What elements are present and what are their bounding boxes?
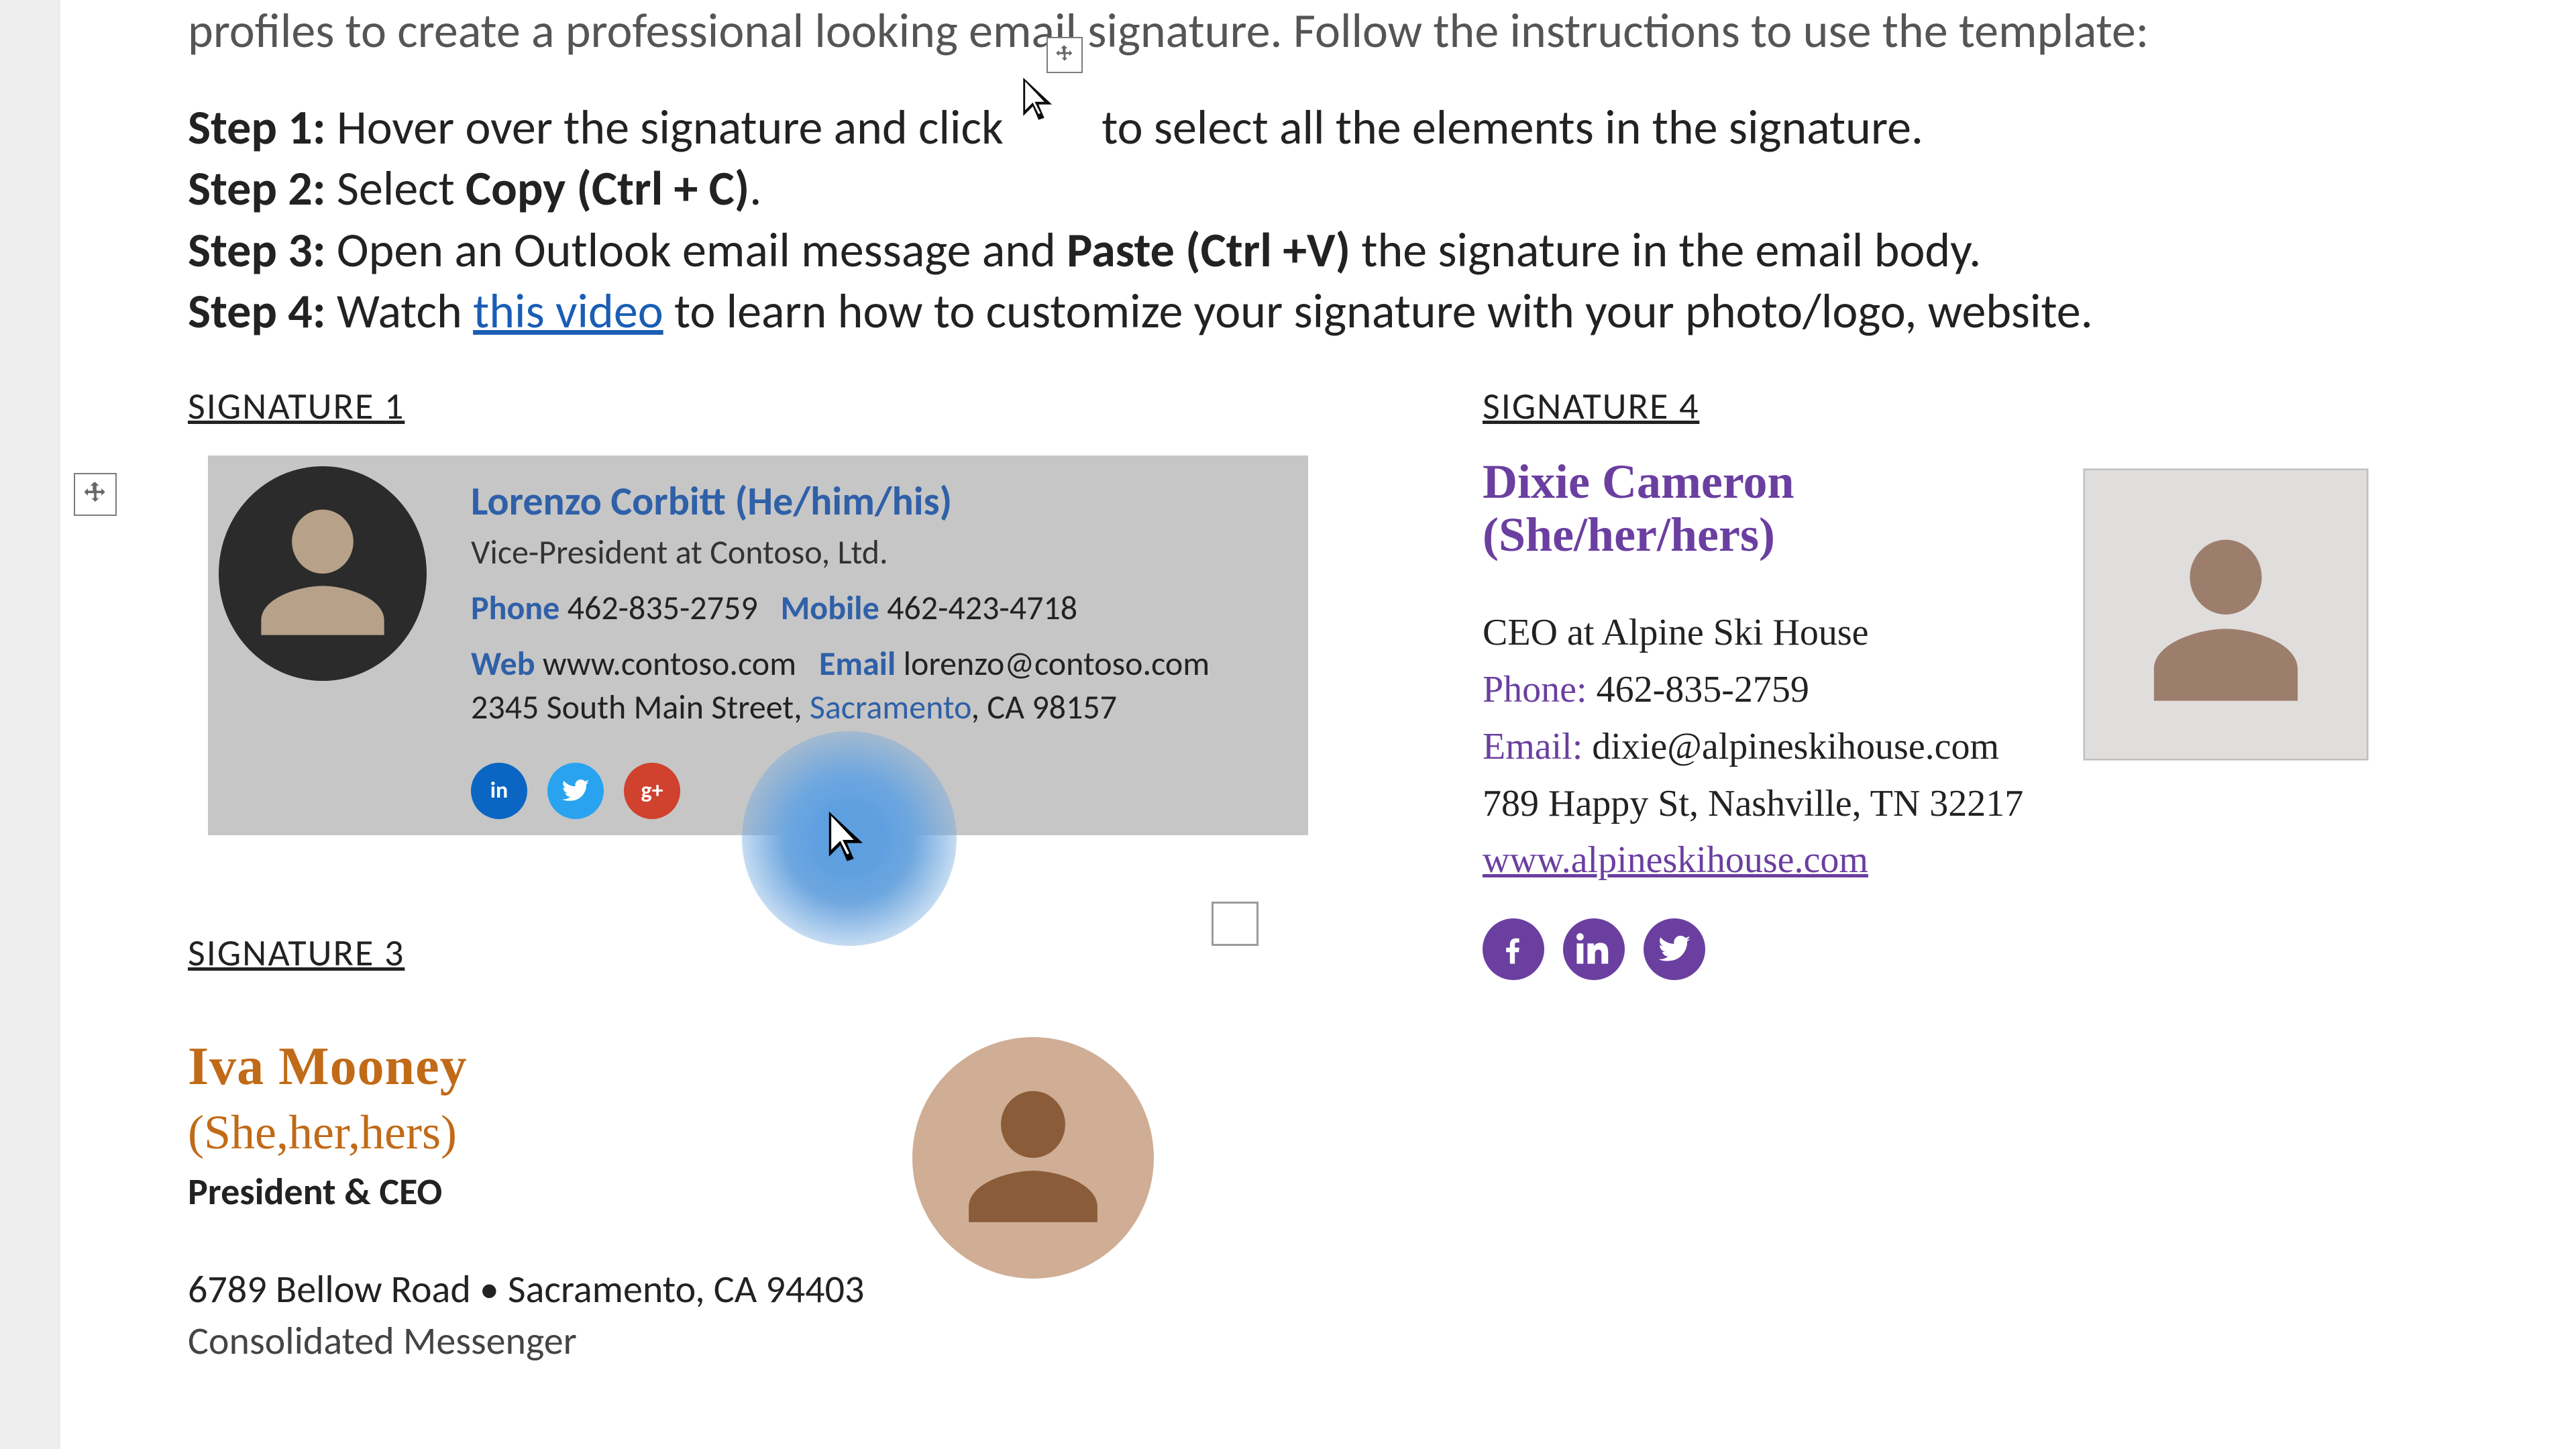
person-silhouette-icon [249, 500, 396, 647]
step-2: Step 2: Select Copy (Ctrl + C). [188, 158, 2496, 221]
step-3-post: the signature in the email body. [1350, 221, 1981, 280]
step-1-label: Step 1: [188, 98, 326, 157]
right-column: SIGNATURE 4 Dixie Cameron (She/her/hers)… [1483, 382, 2496, 1366]
pointer-cursor-icon [821, 807, 877, 870]
intro-text: profiles to create a professional lookin… [188, 1, 2149, 60]
step-1: Step 1: Hover over the signature and cli… [188, 97, 2496, 160]
intro-paragraph: profiles to create a professional lookin… [60, 0, 2496, 63]
signature-4-address: 789 Happy St, Nashville, TN 32217 [1483, 780, 2023, 828]
signature-3-name: Iva Mooney [188, 1032, 864, 1102]
steps-block: Step 1: Hover over the signature and cli… [60, 97, 2496, 343]
step-1-post: to select all the elements in the signat… [1102, 98, 1923, 157]
signature-3-address: 6789 Bellow Road • Sacramento, CA 94403 [188, 1264, 864, 1314]
signature-1-photo [219, 466, 427, 681]
person-silhouette-icon [2139, 514, 2313, 715]
step-3-label: Step 3: [188, 221, 326, 280]
phone-value: 462-835-2759 [568, 588, 758, 629]
signature-4-phone: 462-835-2759 [1597, 669, 1809, 710]
step-2-bold: Copy (Ctrl + C) [466, 159, 749, 218]
person-silhouette-icon [956, 1081, 1110, 1235]
signature-3-card[interactable]: Iva Mooney (She,her,hers) President & CE… [188, 1002, 1308, 1366]
step-2-label: Step 2: [188, 159, 326, 218]
signature-3-company: Consolidated Messenger [188, 1316, 864, 1366]
step-4: Step 4: Watch this video to learn how to… [188, 280, 2496, 343]
web-value: www.contoso.com [543, 643, 796, 684]
twitter-icon[interactable] [547, 763, 604, 819]
signature-1-title: Vice-President at Contoso, Ltd. [471, 531, 1210, 574]
signature-3-photo [912, 1037, 1154, 1279]
step-4-video-link[interactable]: this video [473, 282, 663, 341]
web-label: Web [471, 643, 535, 684]
step-4-label: Step 4: [188, 282, 326, 341]
step-4-pre: Watch [337, 282, 473, 341]
table-move-handle-icon[interactable] [74, 473, 117, 516]
signature-4-social-row [1483, 918, 2023, 980]
step-2-post: . [749, 159, 761, 218]
step-2-pre: Select [337, 159, 455, 218]
email-label: Email [819, 643, 896, 684]
signature-3-role: President & CEO [188, 1168, 864, 1217]
twitter-icon[interactable] [1644, 918, 1705, 980]
mobile-label: Mobile [781, 588, 879, 629]
step-4-post: to learn how to customize your signature… [663, 282, 2093, 341]
address-post: , CA 98157 [971, 687, 1117, 728]
phone-label: Phone [471, 588, 559, 629]
linkedin-icon[interactable] [1563, 918, 1625, 980]
signature-4-heading: SIGNATURE 4 [1483, 382, 2496, 431]
step-3-bold: Paste (Ctrl +V) [1067, 221, 1350, 280]
signature-1-heading: SIGNATURE 1 [188, 382, 1308, 431]
signature-4-title: CEO at Alpine Ski House [1483, 608, 2023, 657]
step-3: Step 3: Open an Outlook email message an… [188, 219, 2496, 282]
signature-4-card[interactable]: Dixie Cameron (She/her/hers) CEO at Alpi… [1483, 455, 2496, 980]
email-value: lorenzo@contoso.com [904, 643, 1210, 684]
document-body: profiles to create a professional lookin… [60, 0, 2496, 1366]
signature-1-card[interactable]: Lorenzo Corbitt (He/him/his) Vice-Presid… [208, 455, 1308, 835]
signature-1-name: Lorenzo Corbitt (He/him/his) [471, 476, 1210, 528]
linkedin-icon[interactable]: in [471, 763, 527, 819]
table-resize-handle-icon[interactable] [1212, 902, 1258, 946]
signature-4-email-label: Email: [1483, 726, 1582, 767]
googleplus-icon[interactable]: g+ [624, 763, 680, 819]
step-3-pre: Open an Outlook email message and [337, 221, 1056, 280]
page-gutter [0, 0, 60, 1449]
signature-4-website-link[interactable]: www.alpineskihouse.com [1483, 839, 1868, 881]
signature-4-phone-label: Phone: [1483, 669, 1587, 710]
table-move-handle-icon[interactable] [1046, 37, 1083, 73]
mobile-value: 462-423-4718 [887, 588, 1077, 629]
click-highlight-overlay [742, 731, 957, 946]
signature-3-pronouns: (She,her,hers) [188, 1102, 864, 1165]
signature-4-email: dixie@alpineskihouse.com [1592, 726, 1999, 767]
facebook-icon[interactable] [1483, 918, 1544, 980]
step-1-pre: Hover over the signature and click [337, 98, 1004, 157]
pointer-cursor-icon [1017, 74, 1064, 136]
signature-3-heading: SIGNATURE 3 [188, 929, 1308, 978]
address-pre: 2345 South Main Street, [471, 687, 802, 728]
signature-4-name-line1: Dixie Cameron [1483, 455, 2023, 508]
signature-4-name-line2: (She/her/hers) [1483, 508, 2023, 561]
signature-4-photo [2084, 469, 2368, 760]
address-city-highlight: Sacramento [802, 687, 971, 728]
